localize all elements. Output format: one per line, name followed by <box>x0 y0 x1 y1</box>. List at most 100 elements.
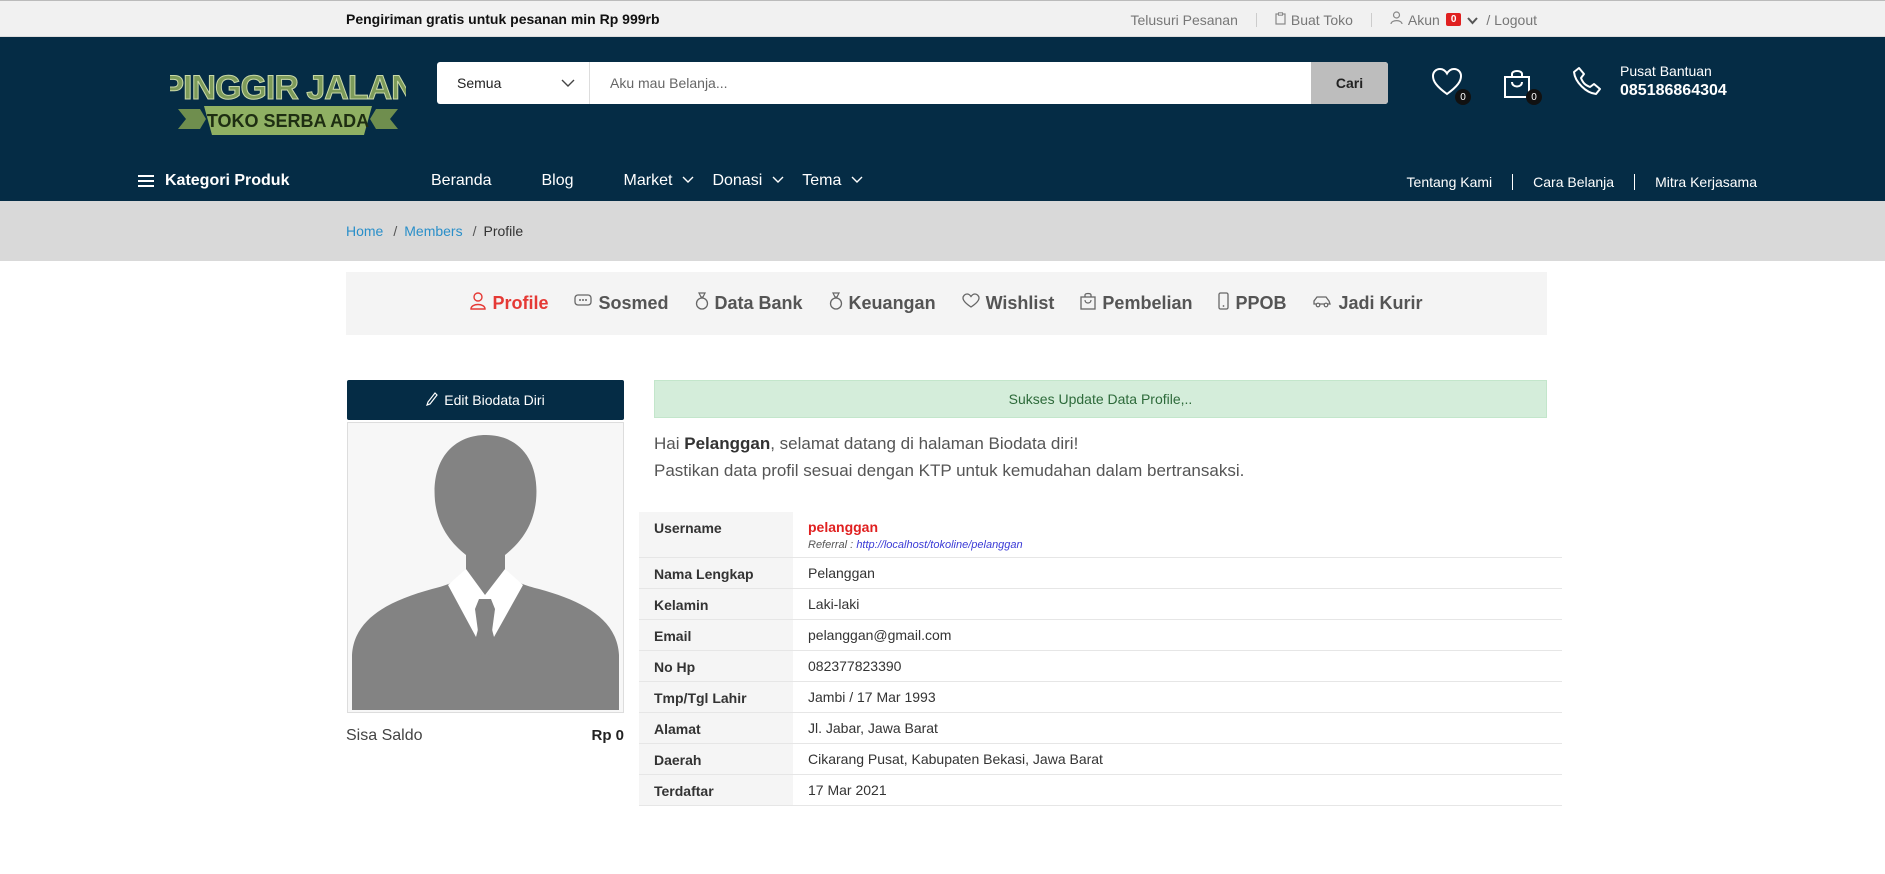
create-shop-link[interactable]: Buat Toko <box>1275 12 1353 28</box>
chevron-down-icon <box>682 175 694 187</box>
success-alert: Sukses Update Data Profile,.. <box>654 380 1547 418</box>
nav-item-beranda[interactable]: Beranda <box>431 172 492 190</box>
nav-item-market[interactable]: Market <box>624 172 695 190</box>
tab-label: Profile <box>492 293 549 313</box>
account-menu[interactable]: Akun 0 <box>1390 11 1486 28</box>
search-button[interactable]: Cari <box>1311 62 1388 104</box>
tab-wishlist[interactable]: Wishlist <box>961 293 1055 314</box>
greeting-rest: , selamat datang di halaman Biodata diri… <box>770 434 1079 453</box>
row-label: Username <box>639 512 793 557</box>
track-order-link[interactable]: Telusuri Pesanan <box>1130 12 1237 28</box>
cart-button[interactable]: 0 <box>1502 67 1542 105</box>
nav-menu: Beranda Blog Market Donasi Tema <box>431 172 881 190</box>
nav-label: Beranda <box>431 172 492 189</box>
breadcrumb-bar: Home / Members / Profile <box>0 201 1885 261</box>
row-label: Terdaftar <box>639 775 793 805</box>
welcome-message: Hai Pelanggan, selamat datang di halaman… <box>654 430 1244 484</box>
nav-item-donasi[interactable]: Donasi <box>712 172 784 190</box>
search-category-select[interactable]: Semua <box>437 62 590 104</box>
site-logo[interactable]: PINGGIR JALAN TOKO SERBA ADA <box>161 65 416 170</box>
tab-sosmed[interactable]: Sosmed <box>574 293 669 314</box>
greeting-name: Pelanggan <box>684 434 771 453</box>
search-category-value: Semua <box>457 75 502 91</box>
mobile-phone-icon <box>1218 292 1230 315</box>
chevron-down-icon[interactable] <box>1467 12 1479 28</box>
row-label: Alamat <box>639 713 793 743</box>
about-link[interactable]: Tentang Kami <box>1407 174 1493 190</box>
breadcrumb-separator: / <box>472 223 477 239</box>
breadcrumb-members[interactable]: Members <box>404 223 462 239</box>
product-categories-button[interactable]: Kategori Produk <box>138 172 289 190</box>
tab-label: Data Bank <box>714 293 803 313</box>
help-phone: 085186864304 <box>1620 82 1727 99</box>
table-row: Alamat Jl. Jabar, Jawa Barat <box>639 713 1562 744</box>
tab-keuangan[interactable]: Keuangan <box>829 292 936 315</box>
row-label: Daerah <box>639 744 793 774</box>
chevron-down-icon <box>772 175 784 187</box>
tab-label: Sosmed <box>598 293 669 313</box>
breadcrumb-home[interactable]: Home <box>346 223 383 239</box>
row-value: Jambi / 17 Mar 1993 <box>808 689 936 705</box>
balance-label: Sisa Saldo <box>346 727 423 744</box>
referral-line: Referral : http://localhost/tokoline/pel… <box>808 539 1562 551</box>
search-bar: Semua Aku mau Belanja... Cari <box>437 62 1388 104</box>
clipboard-icon <box>1275 11 1286 28</box>
table-row: Tmp/Tgl Lahir Jambi / 17 Mar 1993 <box>639 682 1562 713</box>
tab-data-bank[interactable]: Data Bank <box>695 292 803 315</box>
row-label: Nama Lengkap <box>639 558 793 588</box>
nav-label: Donasi <box>712 172 763 189</box>
tab-pembelian[interactable]: Pembelian <box>1080 292 1192 315</box>
referral-link[interactable]: http://localhost/tokoline/pelanggan <box>856 539 1022 551</box>
table-row: Terdaftar 17 Mar 2021 <box>639 775 1562 806</box>
edit-biodata-label: Edit Biodata Diri <box>444 392 545 408</box>
main-header: PINGGIR JALAN TOKO SERBA ADA Semua Aku m… <box>0 37 1885 201</box>
tab-profile[interactable]: Profile <box>470 292 548 315</box>
row-value: Cikarang Pusat, Kabupaten Bekasi, Jawa B… <box>808 751 1103 767</box>
svg-text:PINGGIR JALAN: PINGGIR JALAN <box>170 69 406 107</box>
tab-label: PPOB <box>1235 293 1287 313</box>
member-tabs: Profile Sosmed Data Bank Keuangan Wishli… <box>346 272 1547 335</box>
divider <box>1255 12 1257 27</box>
welcome-line-1: Hai Pelanggan, selamat datang di halaman… <box>654 430 1244 457</box>
edit-biodata-button[interactable]: Edit Biodata Diri <box>347 380 624 420</box>
nav-label: Tema <box>802 172 842 189</box>
account-badge: 0 <box>1445 13 1462 26</box>
help-center[interactable]: Pusat Bantuan 085186864304 <box>1620 63 1727 100</box>
wishlist-button[interactable]: 0 <box>1431 67 1471 105</box>
tab-label: Pembelian <box>1102 293 1193 313</box>
table-row: Kelamin Laki-laki <box>639 589 1562 620</box>
greeting-hai: Hai <box>654 434 680 453</box>
table-row: Email pelanggan@gmail.com <box>639 620 1562 651</box>
table-row: Nama Lengkap Pelanggan <box>639 558 1562 589</box>
svg-text:TOKO SERBA ADA: TOKO SERBA ADA <box>207 111 369 131</box>
partnership-link[interactable]: Mitra Kerjasama <box>1655 174 1757 190</box>
row-value: Laki-laki <box>808 596 860 612</box>
tab-label: Wishlist <box>985 293 1055 313</box>
row-value: 17 Mar 2021 <box>808 782 887 798</box>
row-label: Email <box>639 620 793 650</box>
money-bag-icon <box>829 292 843 315</box>
row-value: Jl. Jabar, Jawa Barat <box>808 720 938 736</box>
nav-label: Market <box>623 172 673 189</box>
row-label: No Hp <box>639 651 793 681</box>
table-row: No Hp 082377823390 <box>639 651 1562 682</box>
user-icon <box>470 292 487 315</box>
chevron-down-icon <box>561 75 575 91</box>
car-icon <box>1312 294 1332 313</box>
nav-item-tema[interactable]: Tema <box>802 172 863 190</box>
row-value: Pelanggan <box>808 565 875 581</box>
row-value: pelanggan Referral : http://localhost/to… <box>793 512 1562 557</box>
main-nav: Kategori Produk Beranda Blog Market Dona… <box>0 165 1885 201</box>
tab-label: Keuangan <box>848 293 936 313</box>
search-input[interactable]: Aku mau Belanja... <box>590 62 1311 104</box>
breadcrumb-separator: / <box>393 223 398 239</box>
tab-ppob[interactable]: PPOB <box>1218 292 1286 315</box>
how-to-shop-link[interactable]: Cara Belanja <box>1533 174 1614 190</box>
nav-item-blog[interactable]: Blog <box>542 172 574 190</box>
tab-jadi-kurir[interactable]: Jadi Kurir <box>1312 293 1423 314</box>
row-label: Tmp/Tgl Lahir <box>639 682 793 712</box>
chevron-down-icon <box>851 175 863 187</box>
hamburger-icon <box>138 172 154 190</box>
create-shop-label: Buat Toko <box>1290 11 1353 28</box>
logout-link[interactable]: / Logout <box>1486 12 1537 28</box>
